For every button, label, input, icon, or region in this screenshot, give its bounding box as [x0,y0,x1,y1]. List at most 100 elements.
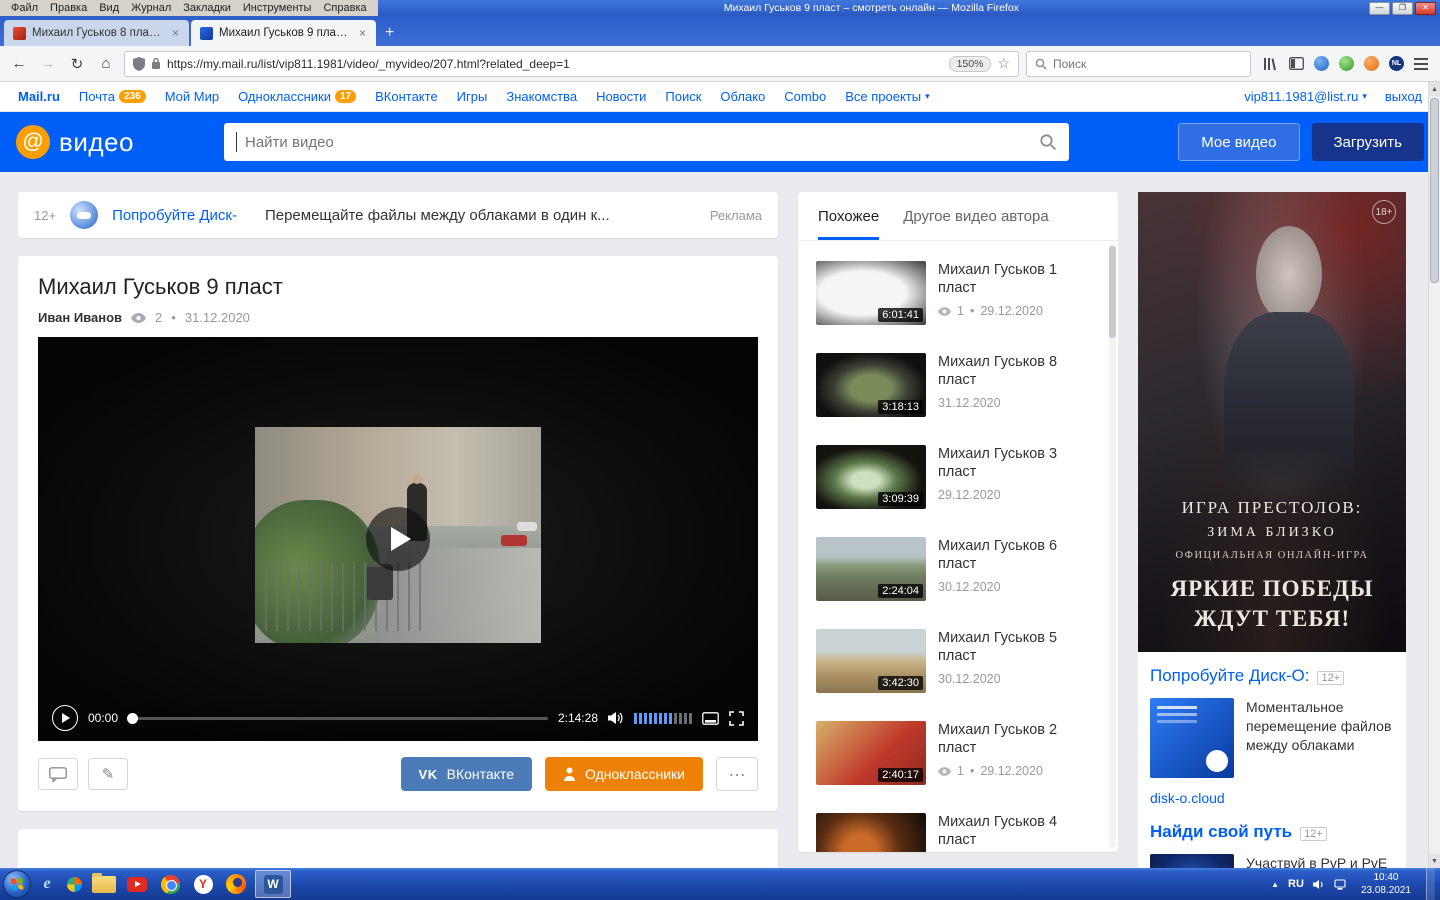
related-item-5[interactable]: 3:42:30 Михаил Гуськов 5 пласт 30.12.202… [798,615,1118,707]
video-author[interactable]: Иван Иванов [38,310,122,325]
ad-banner[interactable]: 12+ Попробуйте Диск- Перемещайте файлы м… [18,192,778,238]
ok-share-button[interactable]: Одноклассники [545,757,703,791]
edit-button[interactable]: ✎ [88,758,128,790]
extension-vpn-badge-icon[interactable]: NL [1389,56,1404,71]
nav-mailru[interactable]: Mail.ru [18,89,60,104]
taskbar-yandex-icon[interactable]: Y [189,870,217,898]
menu-edit[interactable]: Правка [45,2,92,14]
menu-tools[interactable]: Инструменты [238,2,317,14]
library-icon[interactable] [1262,56,1278,72]
ad-link[interactable]: Попробуйте Диск- [112,207,237,224]
tab1-close-icon[interactable]: × [171,26,180,40]
forward-button[interactable]: → [37,55,59,72]
scrollbar-thumb[interactable] [1430,98,1439,283]
progress-bar[interactable] [128,717,548,720]
taskbar-ie-icon[interactable]: e [36,873,58,895]
menu-history[interactable]: Журнал [126,2,176,14]
play-button[interactable] [52,705,78,731]
menu-button[interactable] [1414,58,1428,70]
related-item-3[interactable]: 3:09:39 Михаил Гуськов 3 пласт 29.12.202… [798,431,1118,523]
nav-dating[interactable]: Знакомства [506,89,577,104]
network-tray-icon[interactable] [1334,879,1346,890]
browser-search-field[interactable] [1026,51,1251,77]
related-item-2[interactable]: 3:18:13 Михаил Гуськов 8 пласт 31.12.202… [798,339,1118,431]
taskbar-word-active[interactable]: W [255,870,291,898]
progress-handle[interactable] [127,713,138,724]
browser-search-input[interactable] [1053,57,1242,71]
comment-button[interactable] [38,758,78,790]
upload-button[interactable]: Загрузить [1312,123,1425,161]
browser-tab-2-active[interactable]: Михаил Гуськов 9 пласт – смо × [191,20,376,46]
nav-news[interactable]: Новости [596,89,646,104]
taskbar-chrome-icon[interactable] [156,870,184,898]
related-item-7[interactable]: Михаил Гуськов 4 пласт [798,799,1118,852]
sidebar-toggle-icon[interactable] [1288,56,1304,72]
menu-view[interactable]: Вид [94,2,124,14]
nav-search[interactable]: Поиск [665,89,701,104]
tab-author-videos[interactable]: Другое видео автора [903,208,1049,240]
start-button[interactable] [3,870,31,898]
nav-games[interactable]: Игры [457,89,488,104]
language-indicator[interactable]: RU [1288,878,1304,890]
menu-file[interactable]: Файл [6,2,43,14]
minimize-button[interactable]: — [1369,2,1390,15]
fullscreen-button[interactable] [729,711,744,726]
tab-similar[interactable]: Похожее [818,208,879,240]
scroll-up-icon[interactable]: ▲ [1429,82,1440,96]
logout-link[interactable]: выход [1385,89,1422,104]
bookmark-star-icon[interactable]: ☆ [997,55,1010,72]
nav-cloud[interactable]: Облако [720,89,765,104]
disko-promo[interactable]: Моментальное перемещение файлов между об… [1150,698,1394,778]
menu-help[interactable]: Справка [318,2,371,14]
vk-share-button[interactable]: VK ВКонтакте [401,757,532,791]
nav-combo[interactable]: Combo [784,89,826,104]
video-search-input[interactable] [245,134,1031,151]
game-promo[interactable]: Участвуй в PvP и PvE сражениях [1150,854,1394,868]
scroll-down-icon[interactable]: ▼ [1429,854,1440,868]
extension-fox-icon[interactable] [1364,56,1379,71]
taskbar-explorer-icon[interactable] [90,870,118,898]
taskbar-firefox-icon[interactable] [222,870,250,898]
disko-promo-link[interactable]: Попробуйте Диск-О: [1150,666,1309,686]
shield-icon[interactable] [133,57,145,71]
video-player[interactable]: 00:00 2:14:28 [38,337,758,741]
related-item-4[interactable]: 2:24:04 Михаил Гуськов 6 пласт 30.12.202… [798,523,1118,615]
tab2-close-icon[interactable]: × [358,26,367,40]
nav-mail[interactable]: Почта236 [79,89,146,104]
new-tab-button[interactable]: + [376,24,403,46]
browser-tab-1[interactable]: Михаил Гуськов 8 пласт (Юри × [4,20,189,46]
video-search-magnifier-icon[interactable] [1039,133,1057,151]
taskbar-mediaplayer-icon[interactable] [63,873,85,895]
game-of-thrones-ad[interactable]: 18+ ИГРА ПРЕСТОЛОВ: ЗИМА БЛИЗКО ОФИЦИАЛЬ… [1138,192,1406,652]
page-scrollbar[interactable]: ▲ ▼ [1428,82,1440,868]
clock[interactable]: 10:40 23.08.2021 [1355,871,1417,897]
play-overlay-button[interactable] [366,507,430,571]
theater-mode-button[interactable] [702,712,719,725]
my-videos-button[interactable]: Мое видео [1178,123,1299,161]
nav-odnoklassniki[interactable]: Одноклассники17 [238,89,356,104]
tray-expand-icon[interactable]: ▲ [1271,880,1279,889]
related-item-1[interactable]: 6:01:41 Михаил Гуськов 1 пласт 1 • 29.12… [798,247,1118,339]
lock-icon[interactable] [151,57,161,70]
scrollbar-thumb[interactable] [1109,246,1116,338]
menu-bookmarks[interactable]: Закладки [178,2,236,14]
volume-tray-icon[interactable] [1313,879,1325,890]
address-bar[interactable]: https://my.mail.ru/list/vip811.1981/vide… [124,51,1019,77]
nav-all-projects[interactable]: Все проекты▾ [845,89,929,104]
home-button[interactable]: ⌂ [95,55,117,72]
volume-level-bars[interactable] [634,713,692,724]
taskbar-youtube-icon[interactable] [123,870,151,898]
game-promo-link[interactable]: Найди свой путь [1150,822,1292,842]
close-button[interactable]: ✕ [1415,2,1436,15]
related-scrollbar[interactable] [1109,244,1116,848]
back-button[interactable]: ← [8,55,30,72]
show-desktop-button[interactable] [1426,868,1435,900]
video-search-field[interactable] [224,123,1069,161]
refresh-button[interactable]: ↻ [66,55,88,73]
zoom-indicator[interactable]: 150% [949,56,992,72]
more-actions-button[interactable]: … [716,757,758,791]
volume-icon[interactable] [608,711,624,725]
nav-vkontakte[interactable]: ВКонтакте [375,89,438,104]
video-logo[interactable]: @ видео [16,125,224,159]
extension-adblock-icon[interactable] [1339,56,1354,71]
